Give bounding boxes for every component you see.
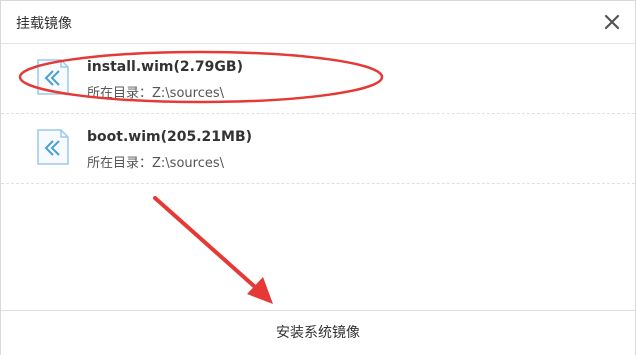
wim-file-icon	[34, 128, 72, 166]
dialog-title: 挂载镜像	[16, 16, 72, 32]
mount-image-dialog: 挂载镜像 install.wim(2.79GB) 所在目录：Z:\sources…	[0, 0, 636, 355]
directory-value: Z:\sources\	[152, 86, 225, 101]
directory-label: 所在目录：	[87, 86, 153, 101]
image-list: install.wim(2.79GB) 所在目录：Z:\sources\ boo…	[1, 44, 635, 184]
image-item-install-wim[interactable]: install.wim(2.79GB) 所在目录：Z:\sources\	[1, 44, 635, 114]
wim-file-icon	[34, 58, 72, 96]
directory-value: Z:\sources\	[152, 156, 225, 171]
image-directory: 所在目录：Z:\sources\	[87, 152, 224, 171]
image-item-boot-wim[interactable]: boot.wim(205.21MB) 所在目录：Z:\sources\	[1, 114, 635, 184]
dialog-titlebar: 挂载镜像	[1, 1, 635, 44]
image-name: boot.wim(205.21MB)	[87, 129, 253, 145]
pointer-arrow-annotation	[153, 196, 273, 304]
install-system-image-button[interactable]: 安装系统镜像	[1, 311, 635, 355]
directory-label: 所在目录：	[87, 156, 153, 171]
close-icon[interactable]	[601, 11, 623, 33]
image-name: install.wim(2.79GB)	[87, 59, 243, 75]
dialog-footer: 安装系统镜像	[1, 310, 635, 355]
image-directory: 所在目录：Z:\sources\	[87, 82, 224, 101]
